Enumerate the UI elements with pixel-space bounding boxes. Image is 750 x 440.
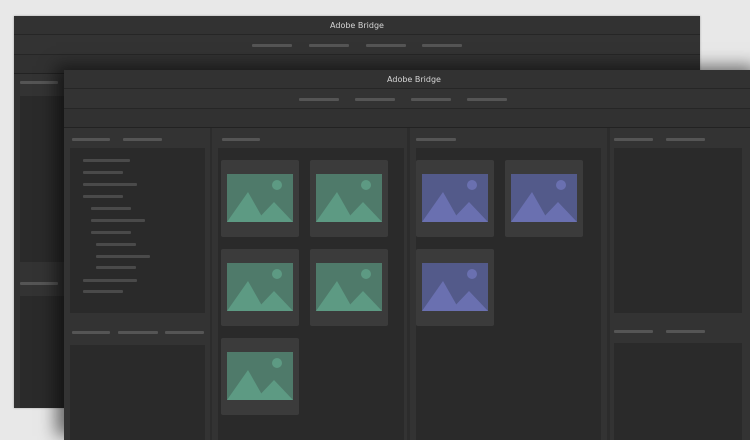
panel-tab[interactable] — [20, 282, 58, 285]
folder-tree-item[interactable] — [96, 266, 136, 269]
content-panel-1 — [212, 128, 407, 440]
toolbar-item[interactable] — [299, 98, 339, 101]
folder-tree-item[interactable] — [83, 171, 123, 174]
toolbar-item[interactable] — [422, 44, 462, 47]
folder-tree-item[interactable] — [83, 279, 137, 282]
folder-tree-item[interactable] — [83, 183, 137, 186]
tab-publish[interactable] — [666, 138, 705, 141]
thumbnail[interactable] — [221, 249, 299, 326]
toolbar-item[interactable] — [252, 44, 292, 47]
image-placeholder-icon — [227, 174, 293, 222]
image-placeholder-icon — [316, 174, 382, 222]
folder-tree-item[interactable] — [83, 290, 123, 293]
folder-tree-item[interactable] — [91, 207, 131, 210]
panel-content — [20, 96, 68, 262]
thumbnail-grid — [416, 148, 601, 440]
window-title: Adobe Bridge — [14, 16, 700, 35]
thumbnail[interactable] — [416, 160, 494, 237]
folder-tree-item[interactable] — [96, 243, 136, 246]
thumbnail[interactable] — [505, 160, 583, 237]
panel-content — [20, 296, 68, 408]
thumbnail-grid — [218, 148, 404, 440]
thumbnail[interactable] — [310, 249, 388, 326]
image-placeholder-icon — [422, 174, 488, 222]
folder-tree — [70, 148, 205, 313]
panel-tab[interactable] — [20, 81, 58, 84]
toolbar-item[interactable] — [366, 44, 406, 47]
filter-content — [70, 345, 205, 440]
tab-export[interactable] — [165, 331, 204, 334]
image-placeholder-icon — [422, 263, 488, 311]
content-panel-2 — [410, 128, 607, 440]
folder-tree-item[interactable] — [91, 219, 145, 222]
preview-content — [614, 148, 742, 313]
tab-folders[interactable] — [123, 138, 162, 141]
tab-content[interactable] — [222, 138, 260, 141]
front-window: Adobe Bridge — [64, 70, 750, 440]
image-placeholder-icon — [227, 352, 293, 400]
thumbnail[interactable] — [221, 160, 299, 237]
toolbar-item[interactable] — [309, 44, 349, 47]
metadata-content — [614, 343, 742, 440]
folder-tree-item[interactable] — [83, 159, 130, 162]
tab-content[interactable] — [416, 138, 456, 141]
thumbnail[interactable] — [416, 249, 494, 326]
toolbar — [64, 89, 750, 109]
folder-tree-item[interactable] — [91, 231, 131, 234]
thumbnail[interactable] — [221, 338, 299, 415]
toolbar-item[interactable] — [355, 98, 395, 101]
folders-panel — [64, 128, 210, 440]
tab-favorites[interactable] — [72, 138, 110, 141]
window-title: Adobe Bridge — [64, 70, 750, 89]
tab-keywords[interactable] — [666, 330, 705, 333]
thumbnail[interactable] — [310, 160, 388, 237]
tab-metadata[interactable] — [614, 330, 653, 333]
toolbar — [14, 35, 700, 55]
tab-filter[interactable] — [72, 331, 110, 334]
folder-tree-item[interactable] — [96, 255, 150, 258]
toolbar-item[interactable] — [411, 98, 451, 101]
image-placeholder-icon — [316, 263, 382, 311]
tab-preview[interactable] — [614, 138, 653, 141]
preview-panel — [610, 128, 750, 440]
image-placeholder-icon — [227, 263, 293, 311]
folder-tree-item[interactable] — [83, 195, 123, 198]
path-bar — [64, 109, 750, 128]
tab-collections[interactable] — [118, 331, 158, 334]
toolbar-item[interactable] — [467, 98, 507, 101]
image-placeholder-icon — [511, 174, 577, 222]
